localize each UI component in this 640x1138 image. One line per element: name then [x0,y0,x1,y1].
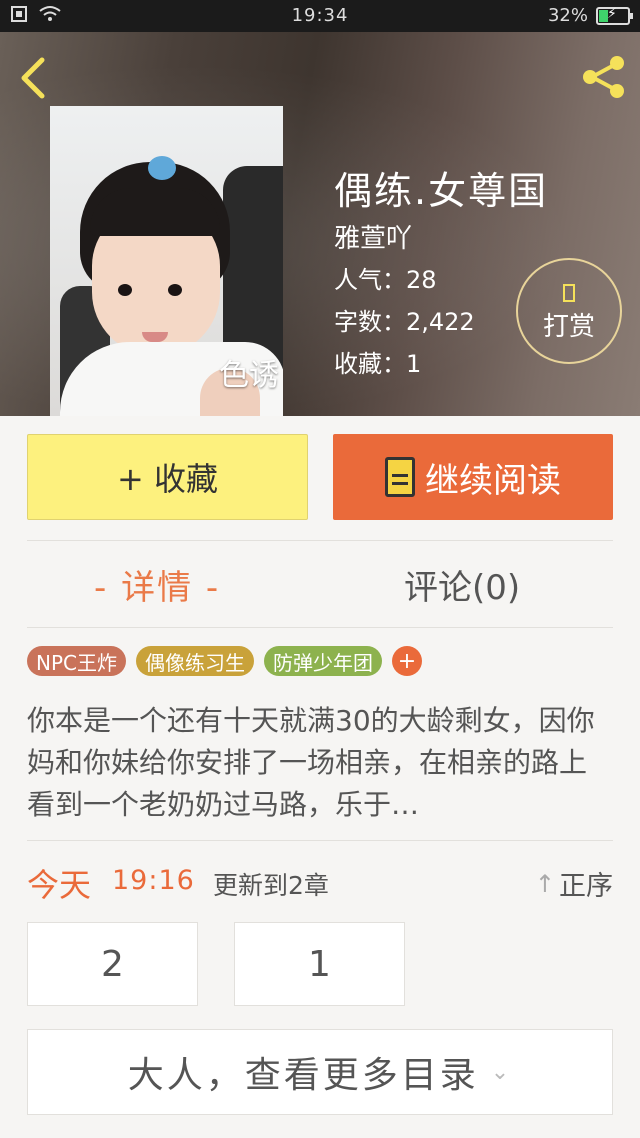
divider [27,627,613,628]
tip-button[interactable]: 打赏 [516,258,622,364]
cover-caption: 色诱 [219,358,279,393]
add-tag-button[interactable]: + [392,646,422,676]
status-bar: 19:34 32% ⚡ [0,0,640,32]
chevron-down-icon: ⌄ [490,1059,513,1085]
coin-icon [563,284,575,302]
battery-percent: 32% [547,5,588,26]
popularity-stat: 人气：28 [334,266,437,294]
favorites-stat: 收藏：1 [334,350,422,378]
tag-bts[interactable]: 防弹少年团 [264,646,382,676]
divider [27,840,613,841]
continue-reading-label: 继续阅读 [425,460,561,501]
sort-label: 正序 [559,871,613,902]
synopsis[interactable]: 你本是一个还有十天就满30的大龄剩女，因你妈和你妹给你安排了一场相亲，在相亲的路… [27,700,613,826]
share-button[interactable] [578,52,628,102]
more-catalog-button[interactable]: 大人，查看更多目录 ⌄ [27,1029,613,1115]
share-icon [583,56,624,98]
book-title: 偶练.女尊国 [334,169,549,213]
book-icon [385,457,415,497]
continue-reading-button[interactable]: 继续阅读 [333,434,613,520]
word-count-stat: 字数：2,422 [334,308,475,336]
tag-npc[interactable]: NPC王炸 [27,646,126,676]
back-button[interactable] [14,54,54,102]
book-author[interactable]: 雅萱吖 [334,218,412,255]
tab-comments[interactable]: 评论(0) [404,560,520,609]
tip-label: 打赏 [542,312,595,342]
book-cover: 色诱 [50,106,283,416]
chapter-item[interactable]: 1 [234,922,405,1006]
tag-idol-trainee[interactable]: 偶像练习生 [136,646,254,676]
battery-icon: ⚡ [596,6,633,25]
tab-detail[interactable]: - 详情 - [94,560,220,609]
back-arrow-icon [21,57,45,99]
sort-button[interactable]: ↑ 正序 [535,864,613,903]
update-row: 今天 19:16 更新到2章 ↑ 正序 [27,860,613,904]
more-catalog-label: 大人，查看更多目录 [127,1055,479,1096]
collect-button[interactable]: + 收藏 [27,434,308,520]
book-header: 色诱 偶练.女尊国 雅萱吖 人气：28 字数：2,422 收藏：1 打赏 [0,32,640,416]
divider [27,540,613,541]
update-time: 19:16 [112,865,195,896]
update-day: 今天 [27,866,92,904]
tag-list: NPC王炸 偶像练习生 防弹少年团 + [27,646,422,676]
update-text: 更新到2章 [213,871,329,900]
chapter-item[interactable]: 2 [27,922,198,1006]
arrow-up-icon: ↑ [534,869,555,898]
status-time: 19:34 [291,5,349,26]
